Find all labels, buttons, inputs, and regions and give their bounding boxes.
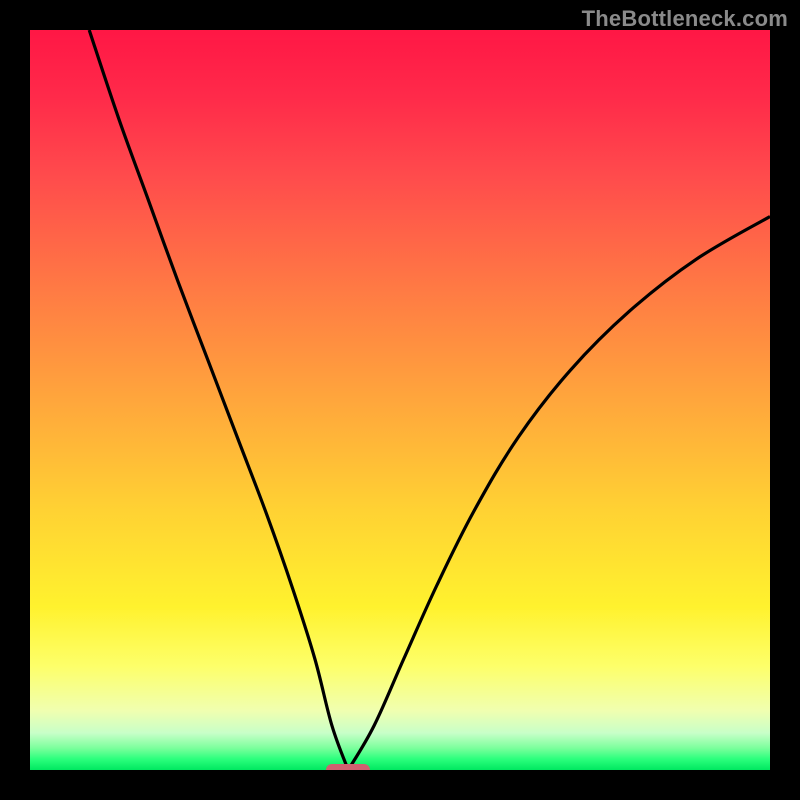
curve-svg [30, 30, 770, 770]
right-branch-curve [348, 216, 770, 770]
plot-area [30, 30, 770, 770]
minimum-marker [326, 764, 370, 770]
chart-frame: TheBottleneck.com [0, 0, 800, 800]
left-branch-curve [89, 30, 348, 770]
watermark-text: TheBottleneck.com [582, 6, 788, 32]
